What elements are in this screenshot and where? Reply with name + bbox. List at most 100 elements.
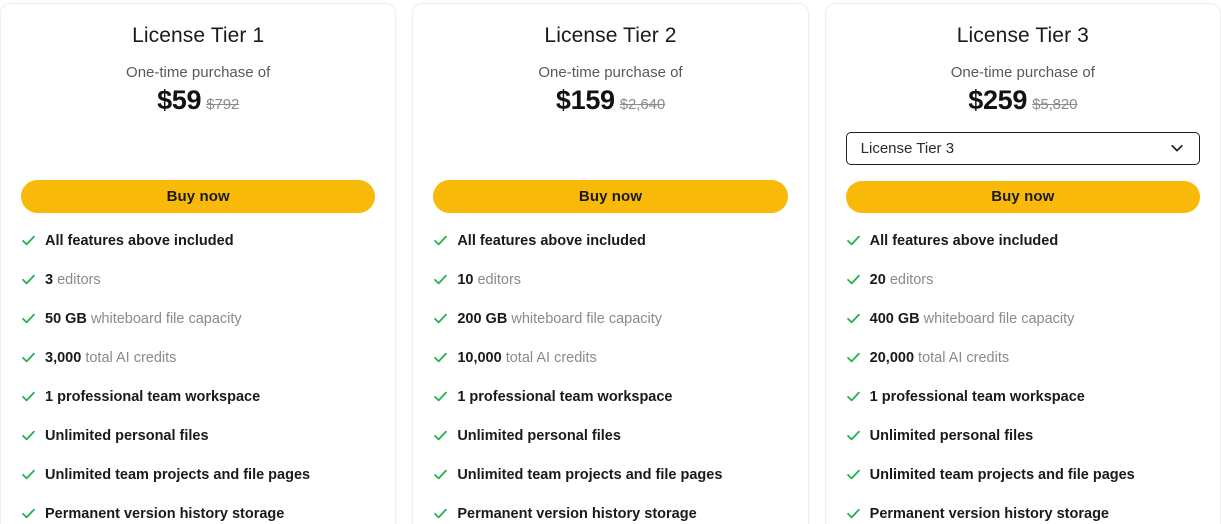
buy-now-button[interactable]: Buy now [433, 180, 788, 213]
check-icon [433, 270, 457, 287]
feature-highlight: Unlimited team projects and file pages [457, 467, 723, 483]
tier-select-dropdown[interactable]: License Tier 3 [845, 132, 1200, 165]
original-price-struck: $792 [206, 96, 240, 113]
current-price: $59 [157, 85, 202, 115]
feature-text: 200 GB whiteboard file capacity [457, 309, 662, 329]
feature-highlight: All features above included [45, 233, 234, 249]
feature-item: Unlimited personal files [433, 426, 787, 446]
feature-item: 20,000 total AI credits [846, 348, 1200, 368]
feature-text: 1 professional team workspace [457, 387, 672, 407]
feature-text: 3,000 total AI credits [45, 348, 176, 368]
price-line: $59 $792 [21, 85, 375, 116]
feature-item: Unlimited personal files [21, 426, 375, 446]
check-icon [433, 504, 457, 521]
feature-item: All features above included [21, 231, 375, 251]
feature-highlight: Permanent version history storage [45, 506, 285, 522]
check-icon [21, 387, 45, 404]
card-title: License Tier 1 [132, 24, 265, 47]
feature-item: 10,000 total AI credits [433, 348, 787, 368]
feature-highlight: 20 [869, 272, 886, 288]
price-caption: One-time purchase of [950, 64, 1095, 81]
check-icon [846, 309, 870, 326]
feature-item: 20 editors [846, 270, 1200, 290]
feature-item: 10 editors [433, 270, 787, 290]
feature-item: Permanent version history storage [433, 504, 787, 524]
feature-text: Unlimited personal files [870, 426, 1034, 446]
feature-text: Unlimited team projects and file pages [457, 465, 722, 485]
check-icon [433, 348, 457, 365]
feature-text: Unlimited team projects and file pages [870, 465, 1135, 485]
buy-now-button[interactable]: Buy now [21, 180, 376, 213]
feature-text: 1 professional team workspace [870, 387, 1085, 407]
feature-text: Unlimited personal files [45, 426, 209, 446]
feature-item: 1 professional team workspace [21, 387, 375, 407]
feature-highlight: 3 [45, 272, 54, 288]
buy-now-button[interactable]: Buy now [845, 180, 1200, 213]
feature-list: All features above included 3 editors 50 G… [21, 231, 375, 524]
feature-text: Permanent version history storage [457, 504, 696, 524]
feature-highlight: 50 GB [45, 311, 87, 327]
feature-text: 10,000 total AI credits [457, 348, 596, 368]
feature-list: All features above included 20 editors 400… [846, 231, 1200, 524]
price-caption: One-time purchase of [126, 64, 271, 81]
feature-item: Permanent version history storage [846, 504, 1200, 524]
feature-text: 3 editors [45, 270, 101, 290]
check-icon [846, 348, 870, 365]
pricing-card-tier-2: License Tier 2 One-time purchase of $159 $2… [412, 3, 809, 524]
pricing-card-tier-1: License Tier 1 One-time purchase of $59 $79… [0, 3, 397, 524]
feature-highlight: 1 professional team workspace [45, 389, 261, 405]
feature-item: 1 professional team workspace [846, 387, 1200, 407]
pricing-card-tier-3: License Tier 3 One-time purchase of $259 $5… [824, 3, 1221, 524]
feature-item: 1 professional team workspace [433, 387, 787, 407]
feature-text: 10 editors [457, 270, 521, 290]
check-icon [433, 465, 457, 482]
current-price: $259 [968, 85, 1028, 115]
feature-item: Unlimited team projects and file pages [21, 465, 375, 485]
feature-item: 400 GB whiteboard file capacity [846, 309, 1200, 329]
feature-rest: total AI credits [914, 350, 1010, 366]
original-price-struck: $5,820 [1032, 96, 1078, 113]
feature-text: Unlimited personal files [457, 426, 621, 446]
feature-highlight: Unlimited team projects and file pages [869, 467, 1135, 483]
feature-item: 200 GB whiteboard file capacity [433, 309, 787, 329]
feature-rest: editors [473, 272, 522, 288]
feature-highlight: 1 professional team workspace [869, 389, 1085, 405]
feature-rest: total AI credits [81, 350, 177, 366]
feature-item: 50 GB whiteboard file capacity [21, 309, 375, 329]
check-icon [846, 231, 870, 248]
feature-item: 3,000 total AI credits [21, 348, 375, 368]
feature-text: All features above included [870, 231, 1059, 251]
original-price-struck: $2,640 [619, 96, 666, 113]
feature-highlight: 10 [457, 272, 474, 288]
feature-text: 50 GB whiteboard file capacity [45, 309, 242, 329]
feature-highlight: Unlimited personal files [45, 428, 209, 444]
feature-highlight: 3,000 [45, 350, 82, 366]
feature-highlight: 10,000 [457, 350, 502, 366]
feature-item: Permanent version history storage [21, 504, 375, 524]
feature-text: 20,000 total AI credits [870, 348, 1009, 368]
feature-item: Unlimited personal files [846, 426, 1200, 446]
price-line: $159 $2,640 [433, 85, 787, 116]
feature-list: All features above included 10 editors 200… [433, 231, 787, 524]
feature-text: Unlimited team projects and file pages [45, 465, 310, 485]
check-icon [21, 309, 45, 326]
feature-rest: whiteboard file capacity [507, 311, 663, 327]
feature-text: 1 professional team workspace [45, 387, 260, 407]
feature-rest: whiteboard file capacity [919, 311, 1075, 327]
feature-text: Permanent version history storage [870, 504, 1109, 524]
feature-highlight: All features above included [869, 233, 1059, 249]
feature-rest: editors [885, 272, 934, 288]
check-icon [846, 426, 870, 443]
select-placeholder-spacer [21, 132, 375, 164]
feature-text: Permanent version history storage [45, 504, 284, 524]
feature-highlight: Unlimited team projects and file pages [45, 467, 311, 483]
card-title: License Tier 2 [544, 24, 677, 47]
feature-highlight: 200 GB [457, 311, 508, 327]
feature-text: All features above included [457, 231, 646, 251]
check-icon [846, 270, 870, 287]
tier-select-value: License Tier 3 [860, 139, 955, 157]
feature-highlight: All features above included [457, 233, 646, 249]
feature-highlight: Permanent version history storage [869, 506, 1109, 522]
feature-item: Unlimited team projects and file pages [433, 465, 787, 485]
feature-highlight: Unlimited personal files [457, 428, 621, 444]
